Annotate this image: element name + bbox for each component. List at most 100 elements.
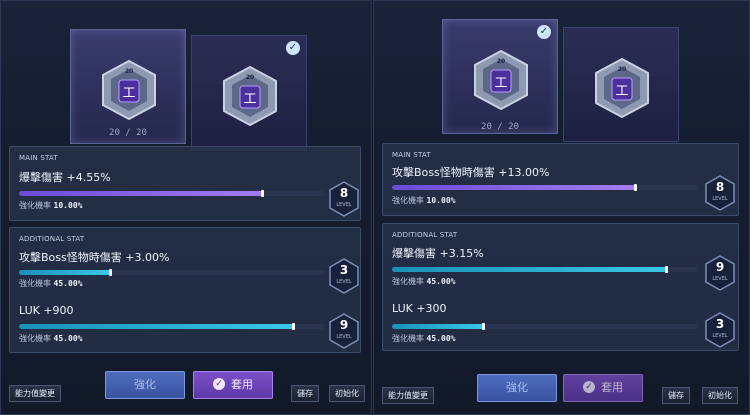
level-number: 8 xyxy=(339,186,349,200)
main-stat-title: MAIN STAT xyxy=(392,151,431,159)
rate-label: 強化機率 xyxy=(19,201,51,210)
checkmark-icon: ✓ xyxy=(286,41,300,55)
core-rank: 20 xyxy=(497,58,505,65)
hexagon-core-icon: 工 20 xyxy=(474,49,528,111)
reset-button[interactable]: 初始化 xyxy=(702,387,738,404)
progress-knob xyxy=(108,269,112,276)
enhance-window-right: ✓ 工 20 工 20 20 / 20 MAIN STAT 攻擊Boss怪物時傷… xyxy=(373,0,750,415)
rate-value: 10.00% xyxy=(53,201,83,210)
main-stat-title: MAIN STAT xyxy=(19,154,58,162)
checkmark-icon: ✓ xyxy=(537,25,551,39)
additional-stat-rate: 強化機率 45.00% xyxy=(19,278,82,289)
progress-fill xyxy=(392,267,667,272)
progress-fill xyxy=(392,324,484,329)
level-number: 9 xyxy=(339,318,349,332)
additional-stat-progress xyxy=(19,269,324,276)
core-count: 20 / 20 xyxy=(481,122,519,132)
apply-button[interactable]: ✓ 套用 xyxy=(563,374,643,402)
main-stat-label: 爆擊傷害 +4.55% xyxy=(19,171,111,184)
hexagon-core-icon: 工 20 xyxy=(102,59,156,121)
apply-label: 套用 xyxy=(231,378,253,391)
additional-stat-title: ADDITIONAL STAT xyxy=(19,235,85,243)
rate-value: 45.00% xyxy=(53,334,83,343)
progress-fill xyxy=(19,270,111,275)
progress-fill xyxy=(19,324,294,329)
level-badge-icon: 9 LEVEL xyxy=(329,313,359,349)
hexagon-core-icon: 工 20 xyxy=(223,65,277,127)
level-word: LEVEL xyxy=(336,202,352,208)
additional-stat-progress xyxy=(392,266,697,273)
level-badge-icon: 3 LEVEL xyxy=(705,312,735,348)
progress-knob xyxy=(481,323,485,330)
apply-button[interactable]: ✓ 套用 xyxy=(193,371,273,399)
level-word: LEVEL xyxy=(712,276,728,282)
checkmark-icon: ✓ xyxy=(213,378,225,390)
additional-stat-label: 攻擊Boss怪物時傷害 +3.00% xyxy=(19,251,170,264)
level-badge-icon: 9 LEVEL xyxy=(705,255,735,291)
rate-label: 強化機率 xyxy=(392,277,424,286)
main-stat-progress xyxy=(19,190,324,197)
core-rank: 20 xyxy=(618,66,626,73)
level-number: 3 xyxy=(715,317,725,331)
rate-value: 45.00% xyxy=(53,279,83,288)
additional-stat-label: 爆擊傷害 +3.15% xyxy=(392,247,484,260)
additional-stat-progress xyxy=(19,323,324,330)
core-card-2[interactable]: ✓ 工 20 xyxy=(191,35,307,150)
stat-change-button[interactable]: 能力值變更 xyxy=(9,385,61,402)
progress-knob xyxy=(261,190,264,197)
level-number: 3 xyxy=(339,263,349,277)
additional-stat-progress xyxy=(392,323,697,330)
level-word: LEVEL xyxy=(336,279,352,285)
core-card-1[interactable]: 工 20 xyxy=(70,29,186,144)
additional-stat-rate: 強化機率 45.00% xyxy=(392,276,455,287)
rate-value: 45.00% xyxy=(426,334,456,343)
save-button[interactable]: 儲存 xyxy=(662,387,690,404)
core-rank: 20 xyxy=(125,68,133,75)
progress-knob xyxy=(291,323,295,330)
core-card-1[interactable]: ✓ 工 20 xyxy=(442,19,558,134)
main-stat-rate: 強化機率 10.00% xyxy=(19,200,82,211)
rate-label: 強化機率 xyxy=(392,196,424,205)
main-stat-rate: 強化機率 10.00% xyxy=(392,195,455,206)
core-card-2[interactable]: 工 20 xyxy=(563,27,679,142)
level-number: 9 xyxy=(715,260,725,274)
reset-button[interactable]: 初始化 xyxy=(329,385,365,402)
progress-knob xyxy=(634,184,637,191)
progress-fill xyxy=(19,191,263,196)
enhance-button[interactable]: 強化 xyxy=(105,371,185,399)
progress-knob xyxy=(664,266,668,273)
level-badge-icon: 8 LEVEL xyxy=(705,175,735,211)
save-button[interactable]: 儲存 xyxy=(291,385,319,402)
rate-value: 45.00% xyxy=(426,277,456,286)
additional-stat-title: ADDITIONAL STAT xyxy=(392,231,458,239)
level-word: LEVEL xyxy=(712,196,728,202)
enhance-window-left: 工 20 ✓ 工 20 20 / 20 MAIN STAT 爆擊傷害 +4.55… xyxy=(0,0,372,415)
main-stat-panel: MAIN STAT 攻擊Boss怪物時傷害 +13.00% 強化機率 10.00… xyxy=(382,143,739,216)
additional-stat-rate: 強化機率 45.00% xyxy=(392,333,455,344)
rate-label: 強化機率 xyxy=(392,334,424,343)
additional-stat-label: LUK +300 xyxy=(392,302,447,315)
apply-label: 套用 xyxy=(601,381,623,394)
main-stat-label: 攻擊Boss怪物時傷害 +13.00% xyxy=(392,166,550,179)
rate-label: 強化機率 xyxy=(19,334,51,343)
additional-stat-panel: ADDITIONAL STAT 爆擊傷害 +3.15% 強化機率 45.00% … xyxy=(382,223,739,351)
stat-change-button[interactable]: 能力值變更 xyxy=(382,387,434,404)
core-glyph: 工 xyxy=(243,92,256,107)
level-badge-icon: 3 LEVEL xyxy=(329,258,359,294)
hexagon-core-icon: 工 20 xyxy=(595,57,649,119)
progress-fill xyxy=(392,185,636,190)
additional-stat-label: LUK +900 xyxy=(19,304,74,317)
core-glyph: 工 xyxy=(122,86,135,101)
core-rank: 20 xyxy=(246,74,254,81)
level-word: LEVEL xyxy=(336,334,352,340)
core-glyph: 工 xyxy=(494,76,507,91)
level-word: LEVEL xyxy=(712,333,728,339)
core-count: 20 / 20 xyxy=(109,128,147,138)
level-badge-icon: 8 LEVEL xyxy=(329,181,359,217)
main-stat-progress xyxy=(392,184,697,191)
additional-stat-panel: ADDITIONAL STAT 攻擊Boss怪物時傷害 +3.00% 強化機率 … xyxy=(9,227,361,353)
rate-label: 強化機率 xyxy=(19,279,51,288)
enhance-button[interactable]: 強化 xyxy=(477,374,557,402)
additional-stat-rate: 強化機率 45.00% xyxy=(19,333,82,344)
level-number: 8 xyxy=(715,180,725,194)
